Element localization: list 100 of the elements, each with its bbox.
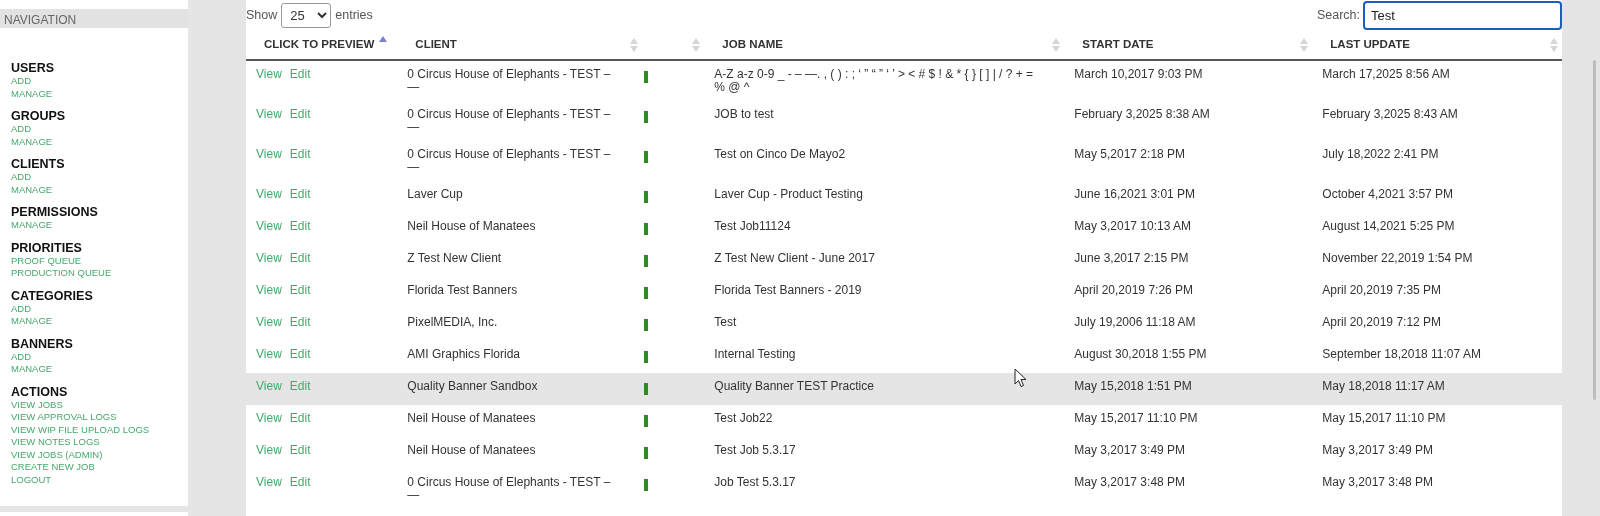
table-cell-text: 0 Circus House of Elephants - TEST – — (407, 148, 612, 175)
table-cell: May 3,2017 10:13 AM (1074, 219, 1192, 234)
table-cell: April 20,2019 7:12 PM (1322, 315, 1442, 330)
nav-link[interactable]: MANAGE (11, 315, 177, 328)
table-cell-text: Neil House of Manatees (407, 444, 537, 458)
view-link[interactable]: View (256, 443, 282, 458)
column-header[interactable]: JOB NAME (722, 38, 784, 50)
view-link[interactable]: View (256, 107, 282, 122)
view-link[interactable]: View (256, 475, 282, 490)
nav-link[interactable]: LOGOUT (11, 473, 177, 486)
table-cell: Test (714, 315, 737, 330)
column-header[interactable]: START DATE (1082, 38, 1154, 50)
view-link[interactable]: View (256, 147, 282, 162)
view-link[interactable]: View (256, 283, 282, 298)
nav-link[interactable]: MANAGE (11, 219, 177, 232)
edit-link[interactable]: Edit (289, 147, 311, 162)
edit-link[interactable]: Edit (289, 411, 311, 426)
table-cell: May 15,2017 11:10 PM (1074, 411, 1198, 426)
table-cell: Quality Banner TEST Practice (714, 379, 874, 394)
nav-link[interactable]: ADD (11, 123, 177, 136)
table-cell-text: Laver Cup (407, 188, 464, 202)
edit-link[interactable]: Edit (289, 251, 311, 266)
table-cell-text: Neil House of Manatees (407, 412, 537, 426)
edit-link[interactable]: Edit (289, 315, 311, 330)
table-cell-text: Florida Test Banners (407, 284, 519, 298)
table-cell: February 3,2025 8:43 AM (1322, 107, 1458, 122)
group-heading: BANNERS (11, 336, 74, 351)
table-cell: JOB to test (714, 107, 774, 122)
nav-link[interactable]: VIEW WIP FILE UPLOAD LOGS (11, 423, 177, 436)
table-cell: May 3,2017 3:48 PM (1322, 475, 1434, 490)
table-cell: May 15,2018 1:51 PM (1074, 379, 1192, 394)
group-heading: PERMISSIONS (11, 205, 99, 219)
table-cell: Test Job 5.3.17 (714, 443, 796, 458)
table-cell-text: AMI Graphics Florida (407, 348, 522, 362)
nav-link[interactable]: ADD (11, 75, 177, 88)
table-cell-text: PixelMEDIA, Inc. (407, 316, 499, 330)
group-heading: ACTIONS (11, 384, 69, 399)
table-cell-text: 0 Circus House of Elephants - TEST – — (407, 108, 612, 135)
entries-select[interactable]: 25 (281, 2, 332, 28)
table-cell: May 3,2017 3:48 PM (1074, 475, 1186, 490)
nav-link[interactable]: PRODUCTION QUEUE (11, 267, 177, 280)
group-heading: CLIENTS (11, 157, 66, 171)
table-cell: June 16,2021 3:01 PM (1074, 187, 1196, 202)
table-cell: A-Z a-z 0-9 _ - – —. , ( ) : ; ‘ ” “ ” ‘ ’ > < # $ ! & * { } [ ] | / ? + = % @ ^ (714, 67, 1034, 95)
edit-link[interactable]: Edit (289, 443, 311, 458)
view-link[interactable]: View (256, 379, 282, 394)
search-field[interactable]: Test (1363, 0, 1562, 30)
nav-link[interactable]: ADD (11, 350, 177, 363)
table-cell: Job Test 5.3.17 (714, 475, 796, 490)
entries-label: entries (335, 6, 373, 24)
nav-link[interactable]: ADD (11, 302, 177, 315)
nav-link[interactable]: MANAGE (11, 135, 177, 148)
nav-link[interactable]: MANAGE (11, 363, 177, 376)
table-cell: March 10,2017 9:03 PM (1074, 67, 1203, 82)
table-cell: May 18,2018 11:17 AM (1322, 379, 1445, 394)
group-heading: GROUPS (11, 109, 67, 123)
nav-link[interactable]: MANAGE (11, 87, 177, 100)
edit-link[interactable]: Edit (289, 219, 311, 234)
nav-link[interactable]: VIEW APPROVAL LOGS (11, 411, 177, 424)
edit-link[interactable]: Edit (289, 283, 311, 298)
edit-link[interactable]: Edit (289, 187, 311, 202)
view-link[interactable]: View (256, 67, 282, 82)
view-link[interactable]: View (256, 347, 282, 362)
table-cell: August 14,2021 5:25 PM (1322, 219, 1455, 234)
table-cell-text: 0 Circus House of Elephants - TEST – — (407, 68, 612, 95)
nav-link[interactable]: VIEW JOBS (ADMIN) (11, 448, 177, 461)
column-header[interactable]: LAST UPDATE (1330, 38, 1410, 50)
table-cell: March 17,2025 8:56 AM (1322, 67, 1450, 82)
table-cell: Florida Test Banners - 2019 (714, 283, 862, 298)
search-label: Search: (1316, 6, 1360, 24)
table-cell: October 4,2021 3:57 PM (1322, 187, 1454, 202)
nav-link[interactable]: MANAGE (11, 183, 177, 196)
view-link[interactable]: View (256, 411, 282, 426)
nav-link[interactable]: ADD (11, 171, 177, 184)
view-link[interactable]: View (256, 187, 282, 202)
column-header[interactable]: CLIENT (415, 38, 457, 50)
view-link[interactable]: View (256, 219, 282, 234)
edit-link[interactable]: Edit (289, 67, 311, 82)
table-cell: Z Test New Client - June 2017 (714, 251, 875, 266)
nav-link[interactable]: CREATE NEW JOB (11, 461, 177, 474)
view-link[interactable]: View (256, 315, 282, 330)
nav-link[interactable]: VIEW JOBS (11, 398, 177, 411)
table-cell: May 5,2017 2:18 PM (1074, 147, 1186, 162)
nav-link[interactable]: VIEW NOTES LOGS (11, 436, 177, 449)
show-label: Show (246, 6, 278, 24)
view-link[interactable]: View (256, 251, 282, 266)
edit-link[interactable]: Edit (289, 475, 311, 490)
table-cell: August 30,2018 1:55 PM (1074, 347, 1207, 362)
table-cell: February 3,2025 8:38 AM (1074, 107, 1210, 122)
edit-link[interactable]: Edit (289, 107, 311, 122)
group-heading: CATEGORIES (11, 288, 94, 303)
table-cell: July 18,2022 2:41 PM (1322, 147, 1439, 162)
edit-link[interactable]: Edit (289, 379, 311, 394)
column-header[interactable]: CLICK TO PREVIEW (264, 38, 375, 50)
table-cell: May 15,2017 11:10 PM (1322, 411, 1446, 426)
edit-link[interactable]: Edit (289, 347, 311, 362)
table-cell: April 20,2019 7:35 PM (1322, 283, 1442, 298)
nav-link[interactable]: PROOF QUEUE (11, 254, 177, 267)
table-cell: June 3,2017 2:15 PM (1074, 251, 1189, 266)
table-cell-text: Neil House of Manatees (407, 220, 537, 234)
